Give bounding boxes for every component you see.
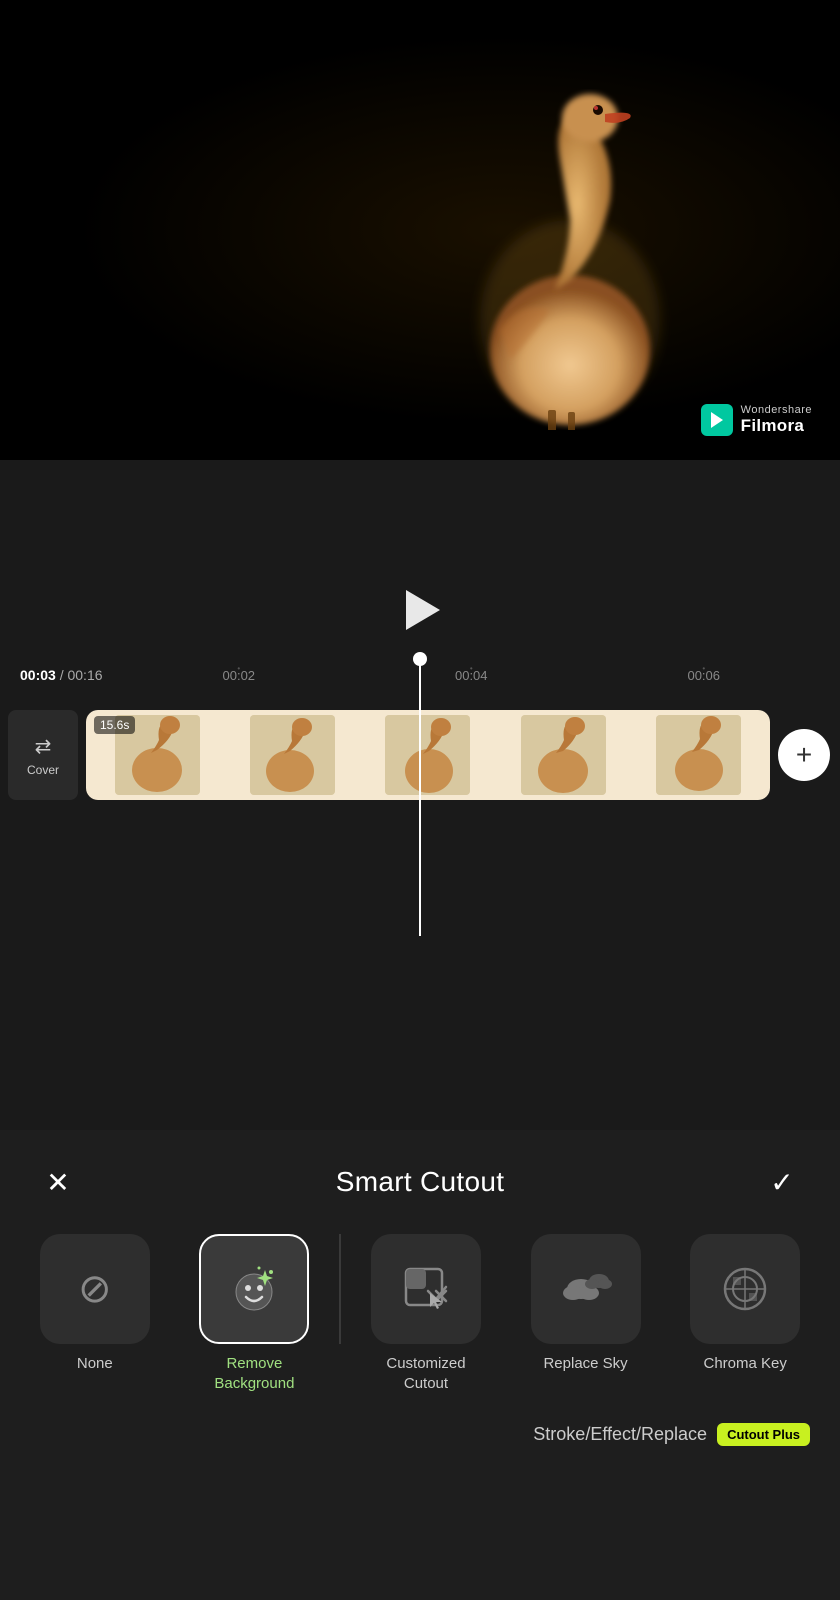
option-replace-sky-label: Replace Sky	[543, 1354, 627, 1374]
thumbnail-3	[385, 715, 470, 795]
wondershare-label: Wondershare	[741, 404, 812, 416]
playhead-indicator	[413, 652, 427, 666]
close-icon: ✕	[46, 1166, 69, 1199]
thumbnail-5	[656, 715, 741, 795]
bottom-hint-row: Stroke/Effect/Replace Cutout Plus	[0, 1413, 840, 1466]
track-thumbnails	[86, 710, 770, 800]
option-chroma-key-label: Chroma Key	[703, 1354, 786, 1374]
track-duration: 15.6s	[94, 716, 135, 734]
option-none[interactable]: ⊘ None	[20, 1234, 170, 1374]
option-remove-background[interactable]: RemoveBackground	[180, 1234, 330, 1393]
playhead-line	[419, 656, 421, 936]
option-replace-sky-box	[531, 1234, 641, 1344]
filmora-badge-text: Wondershare Filmora	[741, 404, 812, 436]
none-icon: ⊘	[78, 1266, 112, 1312]
cutout-options-row: ⊘ None RemoveBackground	[0, 1224, 840, 1413]
total-time: / 00:16	[60, 667, 103, 683]
option-customized-cutout-box	[371, 1234, 481, 1344]
thumbnail-2	[250, 715, 335, 795]
filmora-logo-icon	[701, 404, 733, 436]
option-none-box: ⊘	[40, 1234, 150, 1344]
time-mark-1: 00:02	[223, 668, 256, 683]
panel-confirm-button[interactable]: ✓	[760, 1160, 804, 1204]
panel-title: Smart Cutout	[336, 1166, 505, 1198]
option-remove-bg-label: RemoveBackground	[214, 1354, 294, 1393]
smart-cutout-panel: ✕ Smart Cutout ✓ ⊘ None	[0, 1130, 840, 1600]
time-mark-3: 00:06	[687, 668, 720, 683]
panel-close-button[interactable]: ✕	[36, 1160, 80, 1204]
panel-header: ✕ Smart Cutout ✓	[0, 1130, 840, 1224]
filmora-watermark: Wondershare Filmora	[691, 398, 822, 442]
option-replace-sky[interactable]: Replace Sky	[511, 1234, 661, 1374]
cover-track[interactable]: ⇄ Cover	[8, 710, 78, 800]
option-chroma-key-box	[690, 1234, 800, 1344]
timeline-area: 00:03 / 00:16 00:02 00:04 00:06 ⇄ Cover …	[0, 460, 840, 1130]
cover-track-label: Cover	[27, 763, 59, 777]
video-preview: Wondershare Filmora	[0, 0, 840, 460]
option-customized-cutout-label: CustomizedCutout	[386, 1354, 465, 1393]
replace-sky-icon	[559, 1267, 613, 1311]
video-track[interactable]: 15.6s	[86, 710, 770, 800]
option-divider	[339, 1234, 341, 1344]
remove-bg-icon	[227, 1262, 281, 1316]
time-display: 00:03 / 00:16	[20, 667, 103, 683]
chroma-key-icon	[720, 1264, 770, 1314]
play-icon	[406, 590, 440, 630]
current-time: 00:03	[20, 667, 56, 683]
add-icon: +	[796, 739, 812, 771]
time-mark-2: 00:04	[455, 668, 488, 683]
add-clip-button[interactable]: +	[778, 729, 830, 781]
check-icon: ✓	[770, 1166, 793, 1199]
filmora-label: Filmora	[741, 416, 812, 436]
option-customized-cutout[interactable]: CustomizedCutout	[351, 1234, 501, 1393]
option-remove-bg-box	[199, 1234, 309, 1344]
play-button[interactable]	[390, 580, 450, 640]
cutout-plus-badge: Cutout Plus	[717, 1423, 810, 1446]
time-marks: 00:02 00:04 00:06	[123, 668, 820, 683]
thumbnail-4	[521, 715, 606, 795]
cover-track-icon: ⇄	[35, 734, 52, 759]
swan-image	[440, 40, 700, 430]
option-chroma-key[interactable]: Chroma Key	[670, 1234, 820, 1374]
option-none-label: None	[77, 1354, 113, 1374]
video-background	[0, 0, 840, 460]
hint-text: Stroke/Effect/Replace	[533, 1424, 707, 1445]
customized-cutout-icon	[400, 1263, 452, 1315]
